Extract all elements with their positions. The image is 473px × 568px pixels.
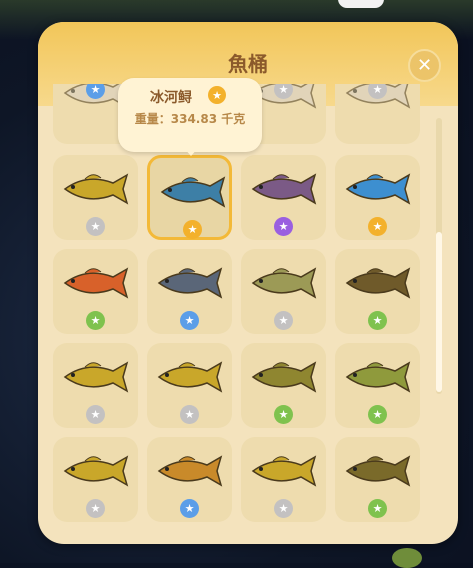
rarity-star-icon: ★ bbox=[368, 405, 387, 424]
tooltip-weight: 重量：334.83 千克 bbox=[134, 112, 246, 126]
rarity-star-icon: ★ bbox=[86, 499, 105, 518]
fish-slot[interactable]: ★ bbox=[147, 155, 232, 240]
close-icon: ✕ bbox=[416, 55, 433, 76]
fish-slot[interactable]: ★ bbox=[147, 249, 232, 334]
fish-icon bbox=[345, 173, 411, 205]
rarity-star-icon: ★ bbox=[86, 405, 105, 424]
rarity-star-icon: ★ bbox=[368, 311, 387, 330]
fish-slot[interactable]: ★ bbox=[335, 84, 420, 144]
fish-grid: ★ ★ ★ ★ ★ ★ ★ ★ ★ ★ ★ ★ ★ ★ ★ ★ ★ ★ ★ bbox=[38, 84, 458, 544]
rarity-star-icon: ★ bbox=[274, 311, 293, 330]
fish-icon bbox=[63, 455, 129, 487]
tooltip-arrow bbox=[184, 148, 198, 156]
fish-icon bbox=[345, 267, 411, 299]
fish-icon bbox=[63, 173, 129, 205]
rarity-star-icon: ★ bbox=[368, 499, 387, 518]
rarity-star-icon: ★ bbox=[274, 405, 293, 424]
fish-icon bbox=[63, 267, 129, 299]
fish-slot[interactable]: ★ bbox=[147, 343, 232, 428]
fish-slot[interactable]: ★ bbox=[335, 249, 420, 334]
fish-slot[interactable]: ★ bbox=[53, 437, 138, 522]
fish-icon bbox=[160, 176, 226, 208]
fish-slot[interactable]: ★ bbox=[335, 343, 420, 428]
rarity-star-icon: ★ bbox=[180, 499, 199, 518]
fish-slot[interactable]: ★ bbox=[241, 155, 326, 240]
tooltip-fish-name: 冰河鲟 bbox=[150, 90, 192, 106]
scrollbar-thumb[interactable] bbox=[436, 232, 442, 392]
fish-icon bbox=[157, 267, 223, 299]
fish-icon bbox=[63, 361, 129, 393]
fish-slot[interactable]: ★ bbox=[241, 437, 326, 522]
rarity-star-icon: ★ bbox=[274, 499, 293, 518]
fish-slot[interactable]: ★ bbox=[335, 437, 420, 522]
fish-icon bbox=[251, 173, 317, 205]
fish-icon bbox=[251, 361, 317, 393]
tooltip-star-icon: ★ bbox=[208, 86, 226, 104]
fish-icon bbox=[251, 267, 317, 299]
panel-title: 魚桶 bbox=[228, 52, 268, 76]
fish-icon bbox=[251, 455, 317, 487]
rarity-star-icon: ★ bbox=[180, 405, 199, 424]
fish-icon bbox=[157, 361, 223, 393]
fish-slot[interactable]: ★ bbox=[241, 249, 326, 334]
rarity-star-icon: ★ bbox=[274, 217, 293, 236]
rarity-star-icon: ★ bbox=[183, 220, 202, 239]
fish-icon bbox=[157, 455, 223, 487]
fish-slot[interactable]: ★ bbox=[53, 343, 138, 428]
fish-icon bbox=[345, 361, 411, 393]
rarity-star-icon: ★ bbox=[86, 311, 105, 330]
fish-slot[interactable]: ★ bbox=[53, 155, 138, 240]
hud-pill bbox=[338, 0, 384, 8]
fish-slot[interactable]: ★ bbox=[241, 343, 326, 428]
rarity-star-icon: ★ bbox=[368, 217, 387, 236]
fish-slot[interactable]: ★ bbox=[147, 437, 232, 522]
fish-slot[interactable]: ★ bbox=[335, 155, 420, 240]
close-button[interactable]: ✕ bbox=[408, 49, 441, 82]
fish-icon bbox=[345, 455, 411, 487]
fish-slot[interactable]: ★ bbox=[53, 249, 138, 334]
plant-decoration bbox=[392, 548, 422, 568]
rarity-star-icon: ★ bbox=[180, 311, 199, 330]
rarity-star-icon: ★ bbox=[86, 217, 105, 236]
